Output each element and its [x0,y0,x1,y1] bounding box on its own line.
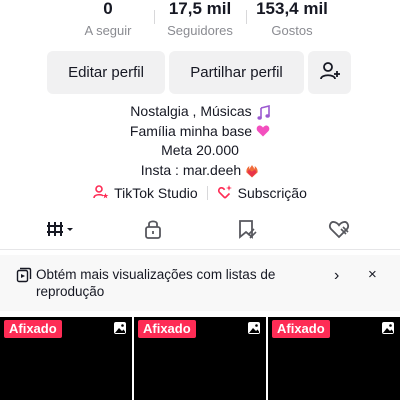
tabs-divider [0,249,400,250]
tiktok-studio-link[interactable]: TikTok Studio [93,184,198,203]
bio-line: Família minha base [0,122,400,142]
tab-saved[interactable] [217,212,277,250]
followers-label: Seguidores [167,23,233,38]
pinned-badge: Afixado [138,320,196,338]
profile-links: TikTok Studio Subscrição [0,182,400,204]
profile-bio: Nostalgia , Músicas Família minha base M… [0,102,400,180]
music-notes-emoji [256,104,270,120]
likes-label: Gostos [271,23,313,38]
lock-icon [143,218,163,245]
videos-grid-icon [45,219,77,244]
heart-on-fire-emoji [245,163,259,178]
pink-heart-emoji [256,124,270,138]
followers-stat[interactable]: 17,5 mil Seguidores [155,0,245,40]
bio-line: Nostalgia , Músicas [0,102,400,122]
tab-liked[interactable] [309,212,369,250]
bio-text: Meta 20.000 [161,142,239,158]
bio-text: Família minha base [129,122,253,139]
person-star-icon [93,184,109,203]
close-icon[interactable]: × [368,266,377,283]
bio-line: Insta : mar.deeh [0,161,400,181]
photo-icon [113,321,127,340]
bio-text: Insta : mar.deeh [140,161,242,178]
subscription-link[interactable]: Subscrição [217,184,307,203]
pinned-badge: Afixado [272,320,330,338]
following-label: A seguir [84,23,132,38]
sparkle-heart-icon [217,184,233,203]
tab-private[interactable] [123,212,183,250]
playlist-icon [16,267,32,288]
links-divider [206,186,208,200]
video-tile[interactable]: Afixado [134,317,266,400]
photo-icon [247,321,261,340]
chevron-right-icon[interactable]: › [334,267,339,285]
edit-profile-button[interactable]: Editar perfil [47,51,165,94]
banner-text: Obtém mais visualizações com listas de r… [36,267,276,299]
video-tile[interactable]: Afixado [0,317,132,400]
pinned-badge: Afixado [4,320,62,338]
bio-text: Nostalgia , Músicas [130,103,252,119]
add-user-icon [319,60,341,86]
followers-count: 17,5 mil [168,0,232,18]
video-tile[interactable]: Afixado [268,317,400,400]
following-count: 0 [103,0,113,18]
playlist-promo-banner[interactable]: Obtém mais visualizações com listas de r… [0,255,400,311]
bio-line: Meta 20.000 [0,141,400,161]
share-profile-button[interactable]: Partilhar perfil [169,51,304,94]
subscription-label: Subscrição [237,185,307,201]
heart-icon [328,219,350,244]
profile-tabs [0,212,400,252]
bookmark-icon [236,218,258,245]
photo-icon [381,321,395,340]
add-friend-button[interactable] [308,51,351,94]
following-stat[interactable]: 0 A seguir [63,0,153,40]
likes-count: 153,4 mil [256,0,328,18]
likes-stat[interactable]: 153,4 mil Gostos [247,0,337,40]
tab-videos[interactable] [31,212,91,250]
profile-stats: 0 A seguir 17,5 mil Seguidores 153,4 mil… [0,0,400,42]
video-grid: Afixado Afixado Afixado [0,317,400,400]
tiktok-studio-label: TikTok Studio [114,185,198,201]
